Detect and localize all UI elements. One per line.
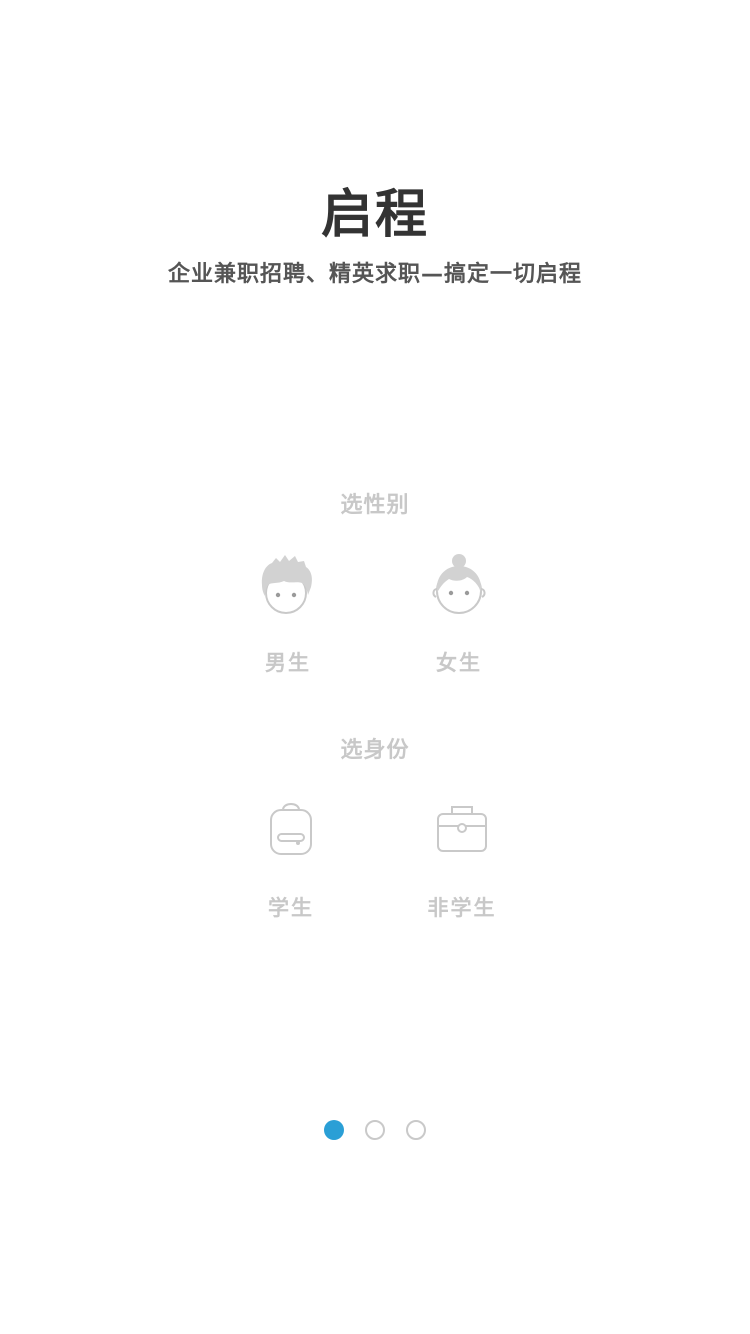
gender-option-male[interactable]: 男生 [218,551,358,677]
app-subtitle: 企业兼职招聘、精英求职—搞定一切启程 [167,262,582,287]
page-dot-2[interactable] [365,1120,385,1140]
gender-option-female[interactable]: 女生 [389,551,529,677]
gender-section-title: 选性别 [340,493,410,518]
identity-option-non-student-label: 非学生 [427,896,497,920]
girl-face-icon [432,554,486,614]
identity-option-student[interactable]: 学生 [221,796,361,922]
boy-face-icon [261,555,312,614]
page-dot-3[interactable] [406,1120,426,1140]
briefcase-icon [437,806,487,852]
identity-option-student-label: 学生 [268,896,314,920]
app-title: 启程 [320,185,429,245]
identity-section-title: 选身份 [340,738,410,763]
gender-option-female-label: 女生 [436,651,482,675]
backpack-icon [270,803,312,855]
page-indicator [0,1120,750,1142]
gender-option-male-label: 男生 [265,651,311,675]
identity-option-non-student[interactable]: 非学生 [392,796,532,922]
page-dot-1[interactable] [324,1120,344,1140]
